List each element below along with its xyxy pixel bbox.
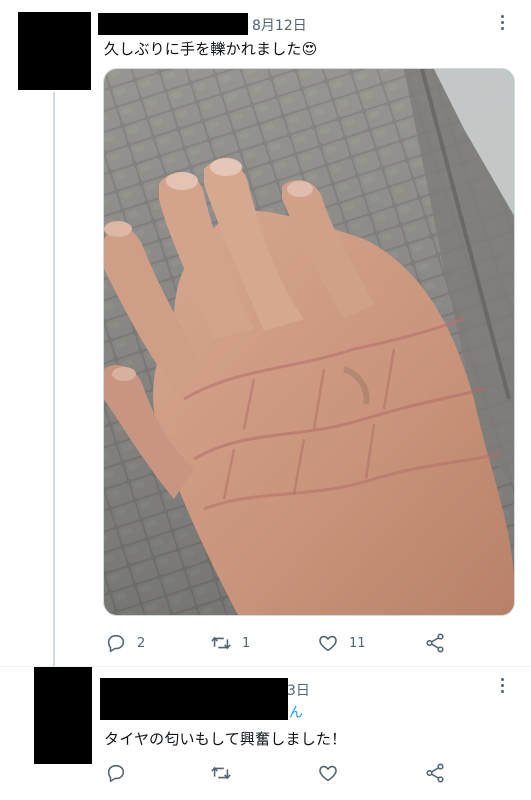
share-button[interactable] [424, 632, 446, 654]
hand-photo-illustration [104, 69, 514, 615]
heart-icon [319, 635, 337, 652]
retweet-button[interactable]: 1 [210, 632, 250, 654]
more-icon[interactable] [494, 14, 512, 32]
reply-button[interactable]: 2 [105, 632, 145, 654]
retweet-icon [211, 636, 231, 650]
retweet-icon [211, 766, 231, 780]
redacted-username[interactable] [98, 13, 248, 35]
tweet-text: 久しぶりに手を轢かれました😍 [104, 38, 317, 59]
redacted-reply-username[interactable] [100, 678, 288, 720]
share-icon [426, 763, 444, 783]
redacted-reply-avatar[interactable] [34, 667, 92, 764]
reply-count: 2 [137, 635, 146, 651]
reply-share-button[interactable] [424, 762, 446, 784]
reply-icon [107, 764, 125, 783]
reply-text: タイヤの匂いもして興奮しました！ [104, 730, 347, 748]
tweet-photo[interactable] [103, 68, 515, 616]
reply-like-button[interactable] [317, 762, 339, 784]
reply-retweet-button[interactable] [210, 762, 232, 784]
tweet-date[interactable]: 8月12日 [252, 15, 307, 35]
like-button[interactable]: 11 [317, 632, 366, 654]
reply-icon [107, 634, 125, 653]
heart-icon [319, 765, 337, 782]
redacted-avatar[interactable] [18, 12, 91, 90]
thread-connector-line [53, 92, 55, 667]
reply-reply-button[interactable] [105, 762, 127, 784]
share-icon [426, 633, 444, 653]
heart-eyes-emoji: 😍 [301, 40, 318, 58]
tweet-text-body: 久しぶりに手を轢かれました [104, 40, 302, 58]
like-count: 11 [349, 635, 366, 651]
reply-more-icon[interactable] [494, 677, 512, 695]
retweet-count: 1 [242, 635, 251, 651]
reply-handle-fragment[interactable]: ん [289, 702, 303, 722]
reply-date[interactable]: 3日 [287, 680, 310, 700]
